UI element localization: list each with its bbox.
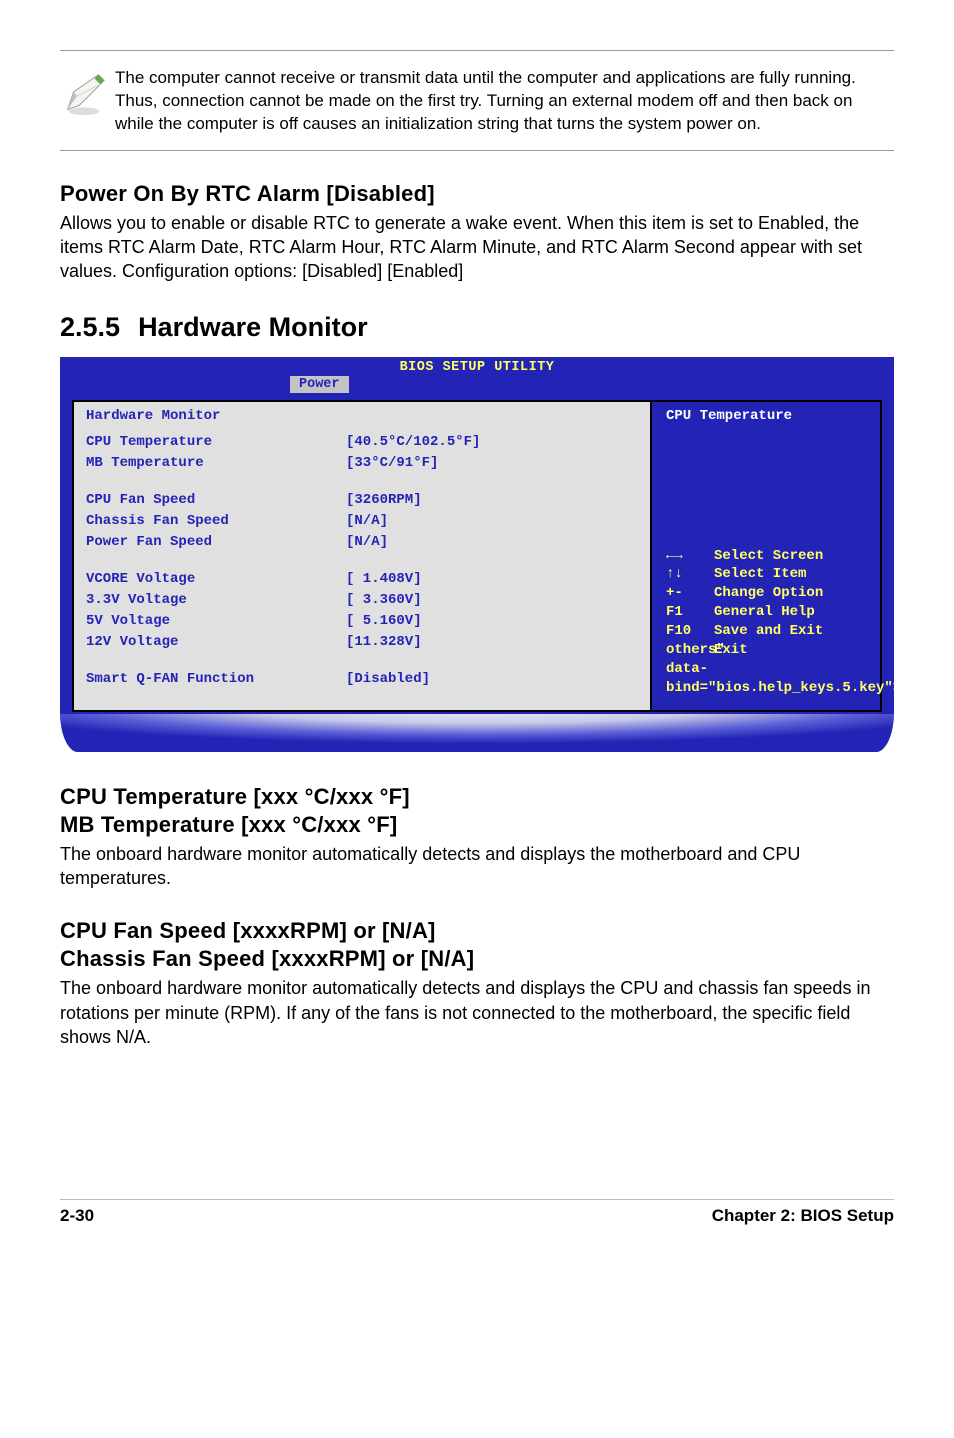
help-desc: Select Screen [714,547,823,566]
help-desc: Change Option [714,584,823,603]
bios-value: [3260RPM] [346,490,422,511]
help-row: others" data-bind="bios.help_keys.5.key"… [666,641,870,698]
bios-label: VCORE Voltage [86,569,346,590]
bios-value: [ 5.160V] [346,611,422,632]
help-key: F10 [666,622,714,641]
help-desc: Save and Exit [714,622,823,641]
help-row: +-Change Option [666,584,870,603]
bios-group-qfan: Smart Q-FAN Function[Disabled] [86,669,640,690]
page-footer: 2-30 Chapter 2: BIOS Setup [60,1199,894,1226]
bios-value: [N/A] [346,511,388,532]
body-power-on-rtc: Allows you to enable or disable RTC to g… [60,211,894,284]
body-temperature: The onboard hardware monitor automatical… [60,842,894,891]
bios-panel: BIOS SETUP UTILITY Power Hardware Monito… [60,357,894,752]
section-heading: 2.5.5 Hardware Monitor [60,312,894,343]
bios-value: [ 3.360V] [346,590,422,611]
bios-label: MB Temperature [86,453,346,474]
help-key: F1 [666,603,714,622]
bios-bottom-curve [60,714,894,752]
bios-row[interactable]: 12V Voltage[11.328V] [86,632,640,653]
bios-content: Hardware Monitor CPU Temperature[40.5°C/… [60,393,894,714]
bios-value: [Disabled] [346,669,430,690]
bios-tab-power[interactable]: Power [290,376,349,393]
bios-row[interactable]: Power Fan Speed[N/A] [86,532,640,553]
bios-left-pane: Hardware Monitor CPU Temperature[40.5°C/… [72,400,652,712]
bios-label: Chassis Fan Speed [86,511,346,532]
bios-value: [11.328V] [346,632,422,653]
bios-label: 5V Voltage [86,611,346,632]
footer-page-number: 2-30 [60,1200,94,1226]
bios-panel-title: Hardware Monitor [86,408,640,424]
bios-label: Smart Q-FAN Function [86,669,346,690]
help-row: ←→Select Screen [666,547,870,566]
help-desc: General Help [714,603,815,622]
bios-label: 12V Voltage [86,632,346,653]
help-key: ←→ [666,547,714,566]
note-text: The computer cannot receive or transmit … [115,65,894,136]
bios-help-keys: ←→Select Screen ↑↓Select Item +-Change O… [666,547,870,698]
bios-group-fans: CPU Fan Speed[3260RPM] Chassis Fan Speed… [86,490,640,553]
pencil-note-icon [60,65,115,122]
bios-label: CPU Fan Speed [86,490,346,511]
heading-cpu-temp: CPU Temperature [xxx °C/xxx °F] [60,784,894,810]
bios-group-temps: CPU Temperature[40.5°C/102.5°F] MB Tempe… [86,432,640,474]
help-row: F10Save and Exit [666,622,870,641]
bios-value: [ 1.408V] [346,569,422,590]
bios-row[interactable]: CPU Fan Speed[3260RPM] [86,490,640,511]
help-desc: Select Item [714,565,806,584]
bios-right-pane: CPU Temperature ←→Select Screen ↑↓Select… [652,400,882,712]
help-row: F1General Help [666,603,870,622]
bios-row[interactable]: VCORE Voltage[ 1.408V] [86,569,640,590]
heading-cpu-fan: CPU Fan Speed [xxxxRPM] or [N/A] [60,918,894,944]
bios-row[interactable]: 5V Voltage[ 5.160V] [86,611,640,632]
heading-mb-temp: MB Temperature [xxx °C/xxx °F] [60,812,894,838]
help-row: ↑↓Select Item [666,565,870,584]
bios-row[interactable]: CPU Temperature[40.5°C/102.5°F] [86,432,640,453]
bios-title: BIOS SETUP UTILITY [60,357,894,376]
heading-chassis-fan: Chassis Fan Speed [xxxxRPM] or [N/A] [60,946,894,972]
bios-value: [40.5°C/102.5°F] [346,432,480,453]
heading-power-on-rtc: Power On By RTC Alarm [Disabled] [60,181,894,207]
section-number: 2.5.5 [60,312,120,342]
footer-chapter: Chapter 2: BIOS Setup [712,1200,894,1226]
body-fan-speed: The onboard hardware monitor automatical… [60,976,894,1049]
bios-label: 3.3V Voltage [86,590,346,611]
bios-label: Power Fan Speed [86,532,346,553]
help-key: ↑↓ [666,565,714,584]
bios-row[interactable]: Smart Q-FAN Function[Disabled] [86,669,640,690]
section-title: Hardware Monitor [138,312,368,342]
help-desc: Exit [714,641,748,698]
bios-row[interactable]: 3.3V Voltage[ 3.360V] [86,590,640,611]
help-key: +- [666,584,714,603]
bios-row[interactable]: Chassis Fan Speed[N/A] [86,511,640,532]
bios-row[interactable]: MB Temperature[33°C/91°F] [86,453,640,474]
help-key: others" data-bind="bios.help_keys.5.key"… [666,641,714,698]
bios-value: [33°C/91°F] [346,453,438,474]
bios-help-title: CPU Temperature [666,408,870,424]
note-box: The computer cannot receive or transmit … [60,50,894,151]
bios-value: [N/A] [346,532,388,553]
bios-group-volt: VCORE Voltage[ 1.408V] 3.3V Voltage[ 3.3… [86,569,640,653]
bios-label: CPU Temperature [86,432,346,453]
